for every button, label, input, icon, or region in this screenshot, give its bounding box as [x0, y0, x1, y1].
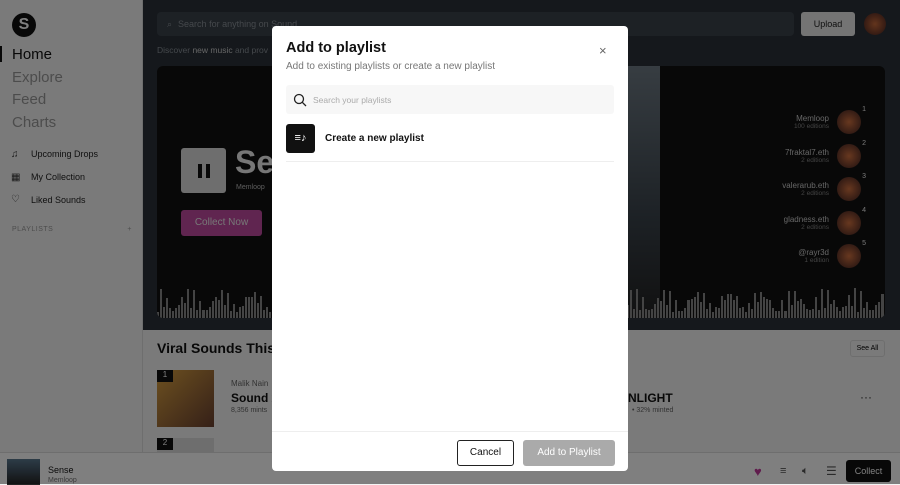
close-icon[interactable]: × — [599, 43, 607, 58]
modal-title: Add to playlist — [286, 40, 386, 56]
search-icon — [293, 93, 307, 106]
add-to-playlist-button[interactable]: Add to Playlist — [523, 440, 615, 466]
modal-footer: Cancel Add to Playlist — [272, 431, 628, 471]
modal-subtitle: Add to existing playlists or create a ne… — [286, 61, 495, 72]
playlist-add-icon: ≡♪ — [286, 124, 315, 153]
create-label: Create a new playlist — [325, 133, 424, 144]
search-placeholder: Search your playlists — [313, 94, 392, 105]
cancel-button[interactable]: Cancel — [457, 440, 514, 466]
create-new-playlist-button[interactable]: ≡♪ Create a new playlist — [286, 124, 614, 162]
playlist-search-input[interactable]: Search your playlists — [286, 85, 614, 114]
add-to-playlist-modal: Add to playlist Add to existing playlist… — [272, 26, 628, 471]
